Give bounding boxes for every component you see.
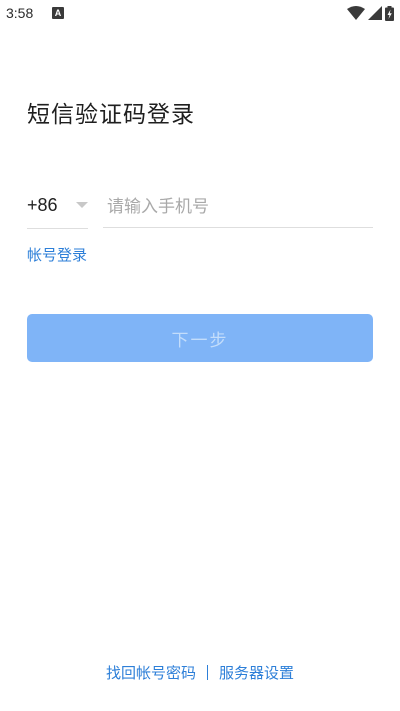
status-bar: 3:58 A xyxy=(0,0,400,28)
footer-divider xyxy=(207,665,208,680)
battery-charging-icon xyxy=(385,5,394,21)
next-button[interactable]: 下一步 xyxy=(27,314,373,362)
country-code-value: +86 xyxy=(27,195,58,215)
wifi-icon xyxy=(347,6,365,20)
status-icons xyxy=(347,5,394,21)
page-title: 短信验证码登录 xyxy=(27,102,195,128)
notification-a-icon: A xyxy=(52,7,64,19)
server-settings-link[interactable]: 服务器设置 xyxy=(219,664,294,682)
sms-login-screen: 3:58 A 短信验证码登录 +86 帐号登录 下一步 找回帐号密码 服务器设置 xyxy=(0,0,400,711)
status-time: 3:58 xyxy=(6,5,34,21)
recover-password-link[interactable]: 找回帐号密码 xyxy=(106,664,196,682)
footer-links: 找回帐号密码 服务器设置 xyxy=(0,662,400,683)
chevron-down-icon xyxy=(76,202,88,208)
signal-icon xyxy=(368,6,382,20)
phone-number-input[interactable] xyxy=(103,186,373,228)
account-login-link[interactable]: 帐号登录 xyxy=(27,244,87,265)
country-code-selector[interactable]: +86 xyxy=(27,186,88,229)
